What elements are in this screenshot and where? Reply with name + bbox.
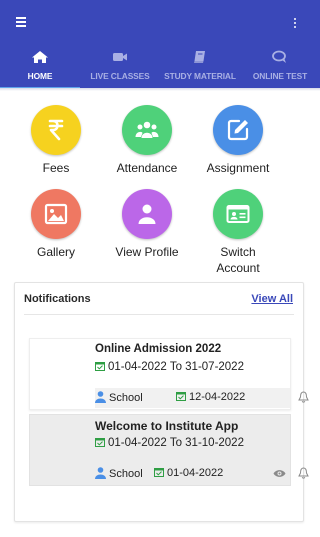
image-icon [44,203,68,225]
assignment-circle [213,105,263,155]
person-icon [95,467,106,479]
calendar-check-icon [95,438,105,447]
audience-text: School [109,392,143,404]
tab-live-classes[interactable]: LIVE CLASSES [80,46,160,88]
audience-tag: School [95,467,143,480]
gallery-button[interactable]: Gallery [11,189,101,260]
notification-footer: School 01-04-2022 [95,464,309,484]
attendance-label: Attendance [116,161,178,175]
assignment-label: Assignment [206,161,270,175]
posted-date: 01-04-2022 [154,467,223,479]
book-icon [194,51,205,63]
attendance-circle [122,105,172,155]
notifications-title: Notifications [24,293,91,305]
tab-label: STUDY MATERIAL [164,71,236,81]
tab-label: HOME [27,71,53,81]
switch-account-circle [213,189,263,239]
tab-label: ONLINE TEST [252,71,308,81]
more-vertical-icon[interactable] [292,16,298,30]
calendar-check-icon [95,362,105,371]
tab-online-test[interactable]: ONLINE TEST [240,46,320,88]
view-profile-label: View Profile [115,245,179,259]
divider [24,314,294,315]
hamburger-icon[interactable] [14,16,30,30]
rupee-icon [48,119,64,141]
home-icon [32,51,48,63]
view-profile-button[interactable]: View Profile [102,189,192,260]
notification-title: Welcome to Institute App [95,419,239,433]
switch-account-button[interactable]: Switch Account [193,189,283,276]
app-bar [0,0,320,46]
bell-icon[interactable] [298,467,309,479]
attendance-button[interactable]: Attendance [102,105,192,176]
tab-bar-shadow [0,88,320,91]
group-icon [135,121,159,138]
posted-date: 12-04-2022 [176,391,245,403]
date-range-text: 01-04-2022 To 31-10-2022 [108,437,244,449]
eye-icon[interactable] [273,469,286,478]
gallery-circle [31,189,81,239]
tab-label: LIVE CLASSES [90,71,150,81]
posted-date-text: 12-04-2022 [189,391,246,403]
notification-card[interactable]: Online Admission 2022 01-04-2022 To 31-0… [29,338,309,410]
calendar-check-icon [176,392,186,401]
view-profile-circle [122,189,172,239]
video-camera-icon [113,53,127,61]
audience-text: School [109,468,143,480]
notification-date-range: 01-04-2022 To 31-07-2022 [95,361,244,373]
tab-bar: HOME LIVE CLASSES STUDY MATERIAL ONLINE … [0,46,320,90]
calendar-check-icon [154,468,164,477]
assignment-button[interactable]: Assignment [193,105,283,176]
chat-bubbles-icon [272,50,286,63]
fees-circle [31,105,81,155]
gallery-label: Gallery [36,245,75,259]
notification-title: Online Admission 2022 [95,343,222,355]
tab-study-material[interactable]: STUDY MATERIAL [160,46,240,88]
fees-button[interactable]: Fees [11,105,101,176]
notification-footer: School 12-04-2022 [95,388,309,408]
fees-label: Fees [42,161,70,175]
tab-home[interactable]: HOME [0,46,80,90]
view-all-link[interactable]: View All [251,293,293,305]
switch-account-label: Switch Account [216,245,260,275]
id-card-icon [226,205,250,223]
audience-tag: School [95,391,143,404]
person-icon [138,204,156,224]
date-range-text: 01-04-2022 To 31-07-2022 [108,361,244,373]
notification-card[interactable]: Welcome to Institute App 01-04-2022 To 3… [29,414,309,486]
bell-icon[interactable] [298,391,309,403]
edit-icon [227,119,249,141]
notification-date-range: 01-04-2022 To 31-10-2022 [95,437,244,449]
notifications-panel: Notifications View All Online Admission … [14,282,309,522]
posted-date-text: 01-04-2022 [167,467,224,479]
person-icon [95,391,106,403]
